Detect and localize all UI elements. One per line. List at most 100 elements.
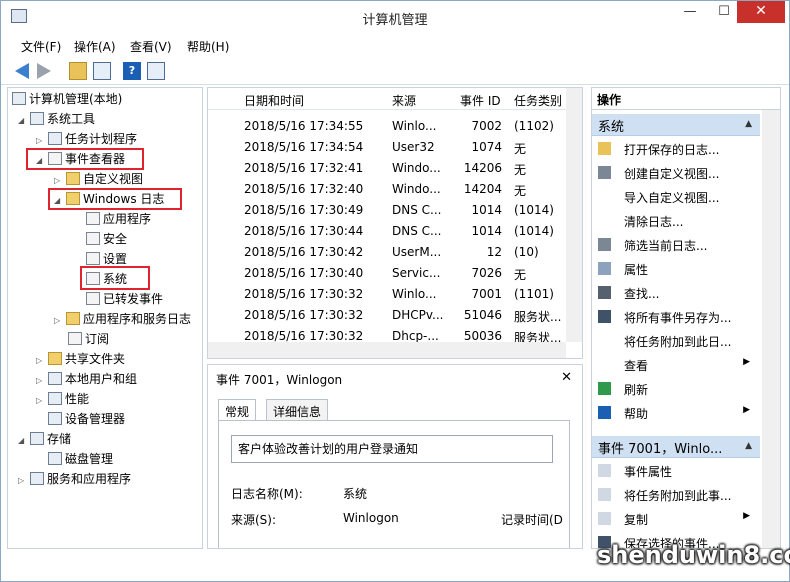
- action-item[interactable]: 筛选当前日志...: [592, 234, 760, 256]
- toolbar: ?: [1, 57, 789, 85]
- actions-section-event[interactable]: 事件 7001，Winlo... ▲: [592, 436, 760, 458]
- event-action-item[interactable]: 复制 ▶: [592, 508, 760, 530]
- tree-item-application-log[interactable]: 应用程序: [86, 210, 151, 228]
- action-item[interactable]: 创建自定义视图...: [592, 162, 760, 184]
- column-header-date[interactable]: 日期和时间: [244, 92, 304, 109]
- close-detail-icon[interactable]: ✕: [561, 370, 572, 385]
- action-item[interactable]: 导入自定义视图...: [592, 186, 760, 208]
- vertical-scrollbar[interactable]: [566, 88, 582, 342]
- tree-item-storage[interactable]: ◢ 存储: [18, 430, 71, 448]
- tree-item-disk-management[interactable]: 磁盘管理: [48, 450, 113, 468]
- up-folder-icon[interactable]: [69, 62, 87, 80]
- tab-details[interactable]: 详细信息: [266, 399, 329, 421]
- collapse-section-icon[interactable]: ▲: [745, 441, 752, 451]
- cell-date: 2018/5/16 17:32:41: [244, 161, 364, 175]
- table-row[interactable]: 2018/5/16 17:30:49 DNS C... 1014 (1014): [208, 200, 568, 221]
- event-detail-pane: 事件 7001，Winlogon ✕ 常规 详细信息 客户体验改善计划的用户登录…: [207, 364, 583, 549]
- table-row[interactable]: 2018/5/16 17:30:32 Winlo... 7001 (1101): [208, 284, 568, 305]
- tree-item-root[interactable]: 计算机管理(本地): [12, 90, 122, 108]
- tree-item-subscriptions[interactable]: 订阅: [68, 330, 109, 348]
- action-item[interactable]: 将所有事件另存为...: [592, 306, 760, 328]
- expand-icon[interactable]: ▷: [54, 312, 64, 330]
- tree-item-shared-folders[interactable]: ▷ 共享文件夹: [36, 350, 125, 368]
- properties-icon: [598, 262, 611, 275]
- collapse-icon[interactable]: ◢: [18, 432, 28, 450]
- help-icon[interactable]: ?: [123, 62, 141, 80]
- save-icon: [598, 310, 611, 323]
- action-label: 查看: [624, 359, 649, 373]
- event-action-item[interactable]: 事件属性: [592, 460, 760, 482]
- cell-date: 2018/5/16 17:30:32: [244, 329, 364, 343]
- tree-item-system-tools[interactable]: ◢ 系统工具: [18, 110, 95, 128]
- action-item[interactable]: 清除日志...: [592, 210, 760, 232]
- table-row[interactable]: 2018/5/16 17:30:42 UserM... 12 (10): [208, 242, 568, 263]
- close-button[interactable]: ✕: [737, 1, 785, 23]
- event-action-item[interactable]: 将任务附加到此事...: [592, 484, 760, 506]
- cell-task-category: (1014): [514, 203, 554, 217]
- tree-item-local-users[interactable]: ▷ 本地用户和组: [36, 370, 137, 388]
- actions-section-system[interactable]: 系统 ▲: [592, 114, 760, 136]
- tree-item-app-service-logs[interactable]: ▷ 应用程序和服务日志: [54, 310, 191, 328]
- minimize-button[interactable]: —: [673, 1, 707, 23]
- show-hide-action-pane-icon[interactable]: [147, 62, 165, 80]
- table-row[interactable]: 2018/5/16 17:30:32 DHCPv... 51046 服务状...: [208, 305, 568, 326]
- cell-task-category: (1102): [514, 119, 554, 133]
- action-item[interactable]: 帮助 ▶: [592, 402, 760, 424]
- action-item[interactable]: 属性: [592, 258, 760, 280]
- device-manager-icon: [48, 412, 62, 425]
- menu-action[interactable]: 操作(A): [74, 38, 116, 55]
- collapse-icon[interactable]: ◢: [18, 112, 28, 130]
- cell-event-id: 7001: [471, 287, 502, 301]
- tree-item-forwarded-events[interactable]: 已转发事件: [86, 290, 163, 308]
- cell-source: Servic...: [392, 266, 441, 280]
- action-item[interactable]: 将任务附加到此日...: [592, 330, 760, 352]
- actions-scrollbar[interactable]: [762, 110, 780, 548]
- users-icon: [48, 372, 62, 385]
- menu-help[interactable]: 帮助(H): [187, 38, 229, 55]
- highlight-windows-logs: [48, 188, 182, 210]
- highlight-system-log: [80, 266, 150, 290]
- horizontal-scrollbar[interactable]: [208, 342, 566, 358]
- maximize-button[interactable]: ☐: [707, 1, 741, 23]
- log-name-label: 日志名称(M):: [231, 487, 303, 501]
- action-item[interactable]: 打开保存的日志...: [592, 138, 760, 160]
- show-hide-tree-icon[interactable]: [93, 62, 111, 80]
- expand-icon[interactable]: ▷: [36, 372, 46, 390]
- action-item[interactable]: 刷新: [592, 378, 760, 400]
- forward-arrow-icon[interactable]: [37, 63, 51, 79]
- column-header-task-category[interactable]: 任务类别: [514, 92, 562, 109]
- table-row[interactable]: 2018/5/16 17:34:54 User32 1074 无: [208, 137, 568, 158]
- action-item[interactable]: 查看 ▶: [592, 354, 760, 376]
- cell-source: DNS C...: [392, 224, 442, 238]
- expand-icon[interactable]: ▷: [18, 472, 28, 490]
- tree-item-performance[interactable]: ▷ 性能: [36, 390, 89, 408]
- log-icon: [86, 232, 100, 245]
- cell-task-category: 无: [514, 184, 527, 198]
- tree-item-device-manager[interactable]: 设备管理器: [48, 410, 125, 428]
- table-row[interactable]: 2018/5/16 17:32:41 Windo... 14206 无: [208, 158, 568, 179]
- collapse-section-icon[interactable]: ▲: [745, 119, 752, 129]
- expand-icon[interactable]: ▷: [36, 352, 46, 370]
- table-row[interactable]: 2018/5/16 17:32:40 Windo... 14204 无: [208, 179, 568, 200]
- cell-date: 2018/5/16 17:34:54: [244, 140, 364, 154]
- tab-general[interactable]: 常规: [218, 399, 257, 421]
- menu-view[interactable]: 查看(V): [130, 38, 172, 55]
- expand-icon[interactable]: ▷: [36, 392, 46, 410]
- folder-icon: [66, 312, 80, 325]
- window-title: 计算机管理: [362, 13, 428, 28]
- menu-file[interactable]: 文件(F): [21, 38, 61, 55]
- column-header-event-id[interactable]: 事件 ID: [460, 92, 501, 109]
- table-row[interactable]: 2018/5/16 17:34:55 Winlo... 7002 (1102): [208, 116, 568, 137]
- table-row[interactable]: 2018/5/16 17:30:44 DNS C... 1014 (1014): [208, 221, 568, 242]
- cell-event-id: 14204: [463, 182, 502, 196]
- tools-icon: [30, 112, 44, 125]
- tree-item-services-apps[interactable]: ▷ 服务和应用程序: [18, 470, 131, 488]
- tree-item-security-log[interactable]: 安全: [86, 230, 127, 248]
- back-arrow-icon[interactable]: [15, 63, 29, 79]
- folder-icon: [66, 172, 80, 185]
- table-row[interactable]: 2018/5/16 17:30:40 Servic... 7026 无: [208, 263, 568, 284]
- tree-item-custom-views[interactable]: ▷ 自定义视图: [54, 170, 143, 188]
- tree-item-task-scheduler[interactable]: ▷ 任务计划程序: [36, 130, 137, 148]
- column-header-source[interactable]: 来源: [392, 92, 416, 109]
- action-item[interactable]: 查找...: [592, 282, 760, 304]
